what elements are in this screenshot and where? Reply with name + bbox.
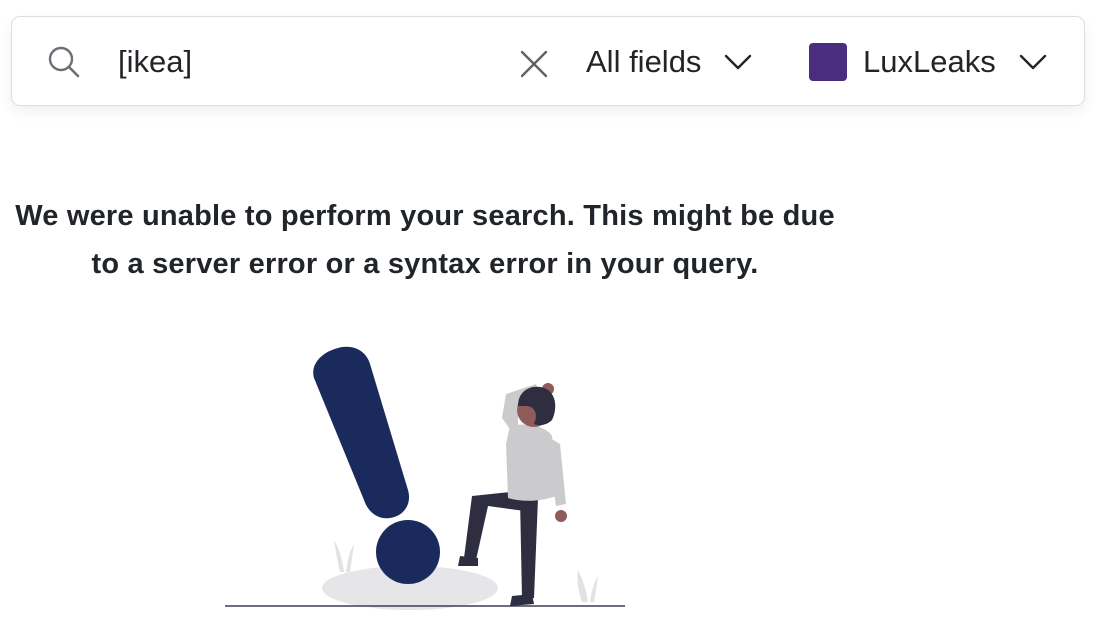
grass-tuft-left [334,540,344,572]
exclamation-bar [313,346,410,519]
dataset-dropdown[interactable]: LuxLeaks [809,39,1048,85]
person-back-shoe [510,594,534,606]
dataset-dropdown-label: LuxLeaks [863,44,996,79]
error-message: We were unable to perform your search. T… [15,200,835,280]
search-input[interactable] [118,39,498,85]
person-back-leg [520,498,538,598]
chevron-down-icon [1019,54,1046,70]
chevron-down-icon [725,54,752,70]
error-illustration [225,346,625,610]
grass-tuft-right-2 [590,576,598,602]
person-hand-down [555,510,567,522]
search-bar: All fields LuxLeaks [11,16,1085,106]
close-icon [520,50,548,78]
grass-tuft-left-2 [346,544,354,572]
grass-tuft-right [577,570,588,602]
fields-dropdown[interactable]: All fields [586,39,753,85]
fields-dropdown-label: All fields [586,44,702,79]
dataset-color-swatch [809,43,847,81]
page: All fields LuxLeaks We were unable to pe… [0,0,1100,634]
person-torso [506,424,556,501]
search-icon [47,45,81,79]
exclamation-dot [376,520,440,584]
clear-search-button[interactable] [514,44,554,84]
